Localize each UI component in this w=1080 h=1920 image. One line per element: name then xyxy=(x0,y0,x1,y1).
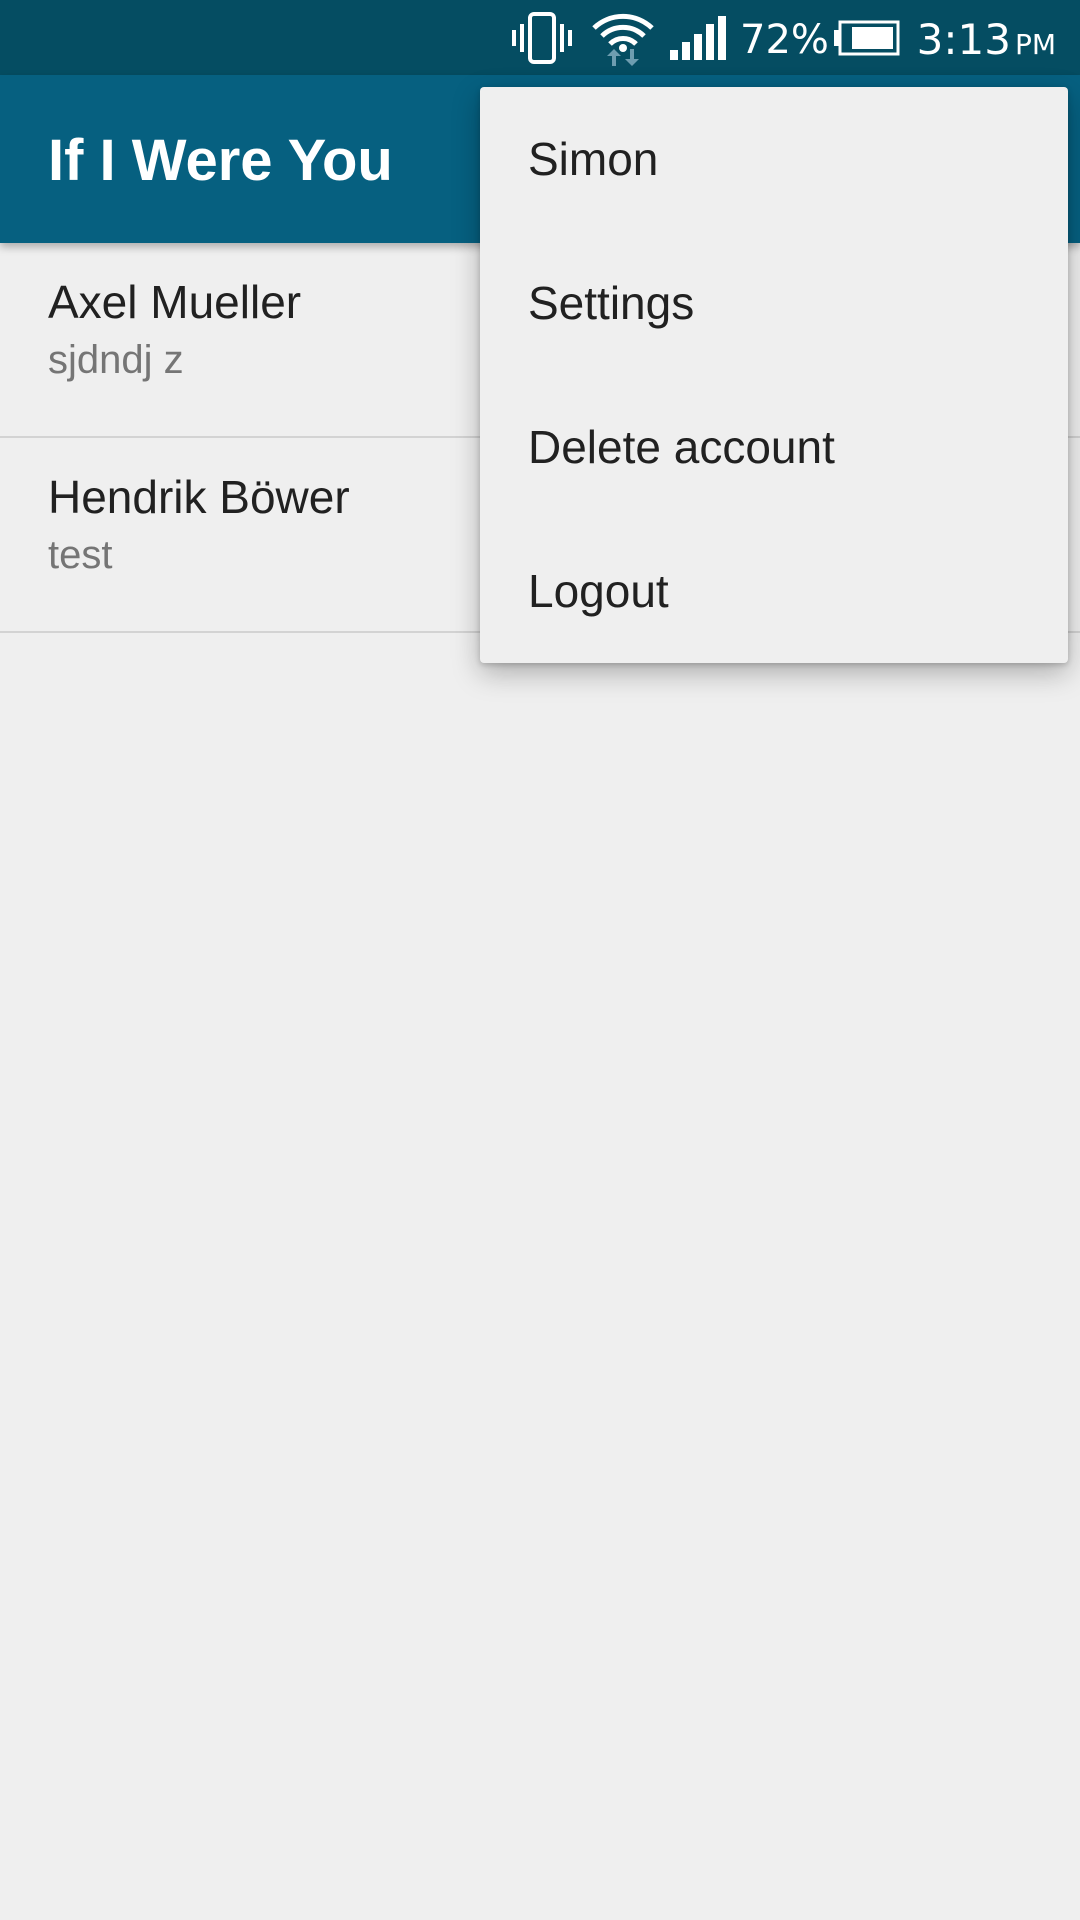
clock: 3:13 PM xyxy=(917,0,1056,75)
vibrate-icon xyxy=(512,0,572,75)
menu-item-profile[interactable]: Simon xyxy=(480,87,1068,231)
menu-item-label: Settings xyxy=(528,277,695,329)
status-bar: 72% 3:13 PM xyxy=(0,0,1080,75)
conversation-name: Hendrik Böwer xyxy=(48,471,350,523)
battery-icon xyxy=(832,0,902,75)
menu-item-logout[interactable]: Logout xyxy=(480,519,1068,663)
menu-item-label: Simon xyxy=(528,133,659,185)
signal-icon xyxy=(668,0,728,75)
clock-ampm: PM xyxy=(1014,28,1056,61)
menu-item-label: Logout xyxy=(528,565,669,617)
overflow-menu: Simon Settings Delete account Logout xyxy=(480,87,1068,663)
battery-percentage: 72% xyxy=(740,17,829,63)
wifi-icon xyxy=(590,0,656,75)
menu-item-label: Delete account xyxy=(528,421,835,473)
app-title: If I Were You xyxy=(48,128,393,193)
menu-item-delete-account[interactable]: Delete account xyxy=(480,375,1068,519)
menu-item-settings[interactable]: Settings xyxy=(480,231,1068,375)
clock-time: 3:13 xyxy=(916,15,1011,64)
conversation-preview: test xyxy=(48,533,113,577)
conversation-preview: sjdndj z xyxy=(48,338,184,382)
conversation-name: Axel Mueller xyxy=(48,276,302,328)
